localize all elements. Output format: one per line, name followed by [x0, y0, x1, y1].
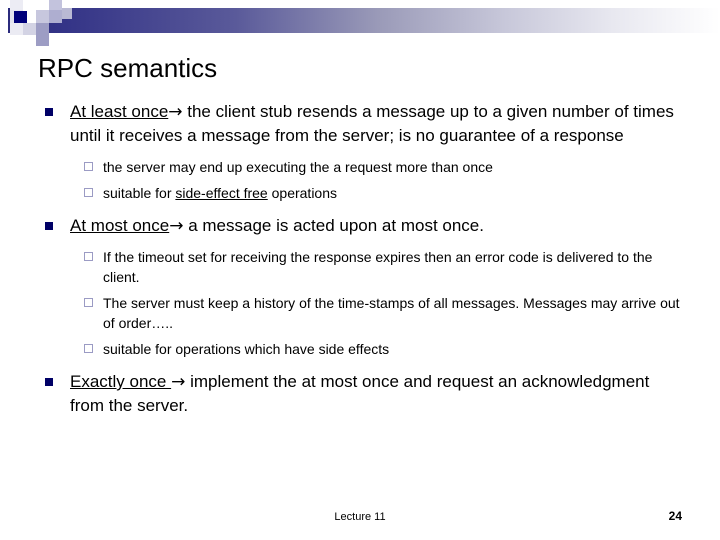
hollow-square-bullet-icon	[84, 252, 93, 261]
hollow-square-bullet-icon	[84, 344, 93, 353]
hollow-square-bullet-icon	[84, 298, 93, 307]
deco-square	[36, 10, 49, 23]
bullet-text-post: operations	[267, 185, 338, 201]
bullet-level1: Exactly once → implement the at most onc…	[0, 370, 720, 418]
deco-square	[36, 23, 49, 35]
deco-square	[10, 0, 23, 10]
deco-square	[36, 35, 49, 46]
sub-bullet-group: the server may end up executing the a re…	[0, 157, 720, 203]
bullet-level2: suitable for operations which have side …	[0, 339, 720, 359]
deco-square	[10, 23, 23, 35]
hollow-square-bullet-icon	[84, 188, 93, 197]
filled-square-bullet-icon	[45, 222, 53, 230]
header-gradient-bar	[8, 8, 720, 33]
bullet-level2: suitable for side-effect free operations	[0, 183, 720, 203]
bullet-text: suitable for operations which have side …	[103, 341, 390, 357]
arrow-icon: →	[169, 216, 184, 236]
bullet-text: If the timeout set for receiving the res…	[103, 249, 653, 285]
bullet-level1: At least once→ the client stub resends a…	[0, 100, 720, 148]
deco-square	[23, 35, 36, 46]
arrow-icon: →	[171, 372, 186, 392]
bullet-level2: the server may end up executing the a re…	[0, 157, 720, 177]
page-title: RPC semantics	[38, 53, 218, 83]
bullet-lead-term: At least once	[70, 102, 169, 121]
bullet-text-pre: suitable for	[103, 185, 176, 201]
bullet-text: the server may end up executing the a re…	[103, 159, 493, 175]
deco-square	[49, 10, 62, 23]
bullet-level2: The server must keep a history of the ti…	[0, 293, 720, 333]
filled-square-bullet-icon	[45, 378, 53, 386]
bullet-lead-term: At most once	[70, 216, 170, 235]
bullet-level2: If the timeout set for receiving the res…	[0, 247, 720, 287]
bullet-underlined-term: side-effect free	[175, 185, 268, 201]
deco-square	[23, 0, 36, 10]
bullet-level1: At most once→ a message is acted upon at…	[0, 214, 720, 238]
bullet-lead-term: Exactly once	[70, 372, 172, 391]
slide-header-decoration	[0, 0, 720, 48]
deco-square	[23, 23, 36, 35]
slide-body: At least once→ the client stub resends a…	[0, 100, 720, 418]
deco-square-navy	[14, 11, 27, 23]
deco-square	[36, 0, 49, 10]
deco-square	[62, 8, 72, 19]
deco-square	[49, 0, 62, 10]
sub-bullet-group: If the timeout set for receiving the res…	[0, 247, 720, 359]
footer-page-number: 24	[668, 509, 682, 523]
bullet-text: a message is acted upon at most once.	[183, 216, 484, 235]
footer-lecture-label: Lecture 11	[334, 511, 386, 523]
arrow-icon: →	[168, 102, 183, 122]
hollow-square-bullet-icon	[84, 162, 93, 171]
bullet-text: The server must keep a history of the ti…	[103, 295, 680, 331]
filled-square-bullet-icon	[45, 108, 53, 116]
